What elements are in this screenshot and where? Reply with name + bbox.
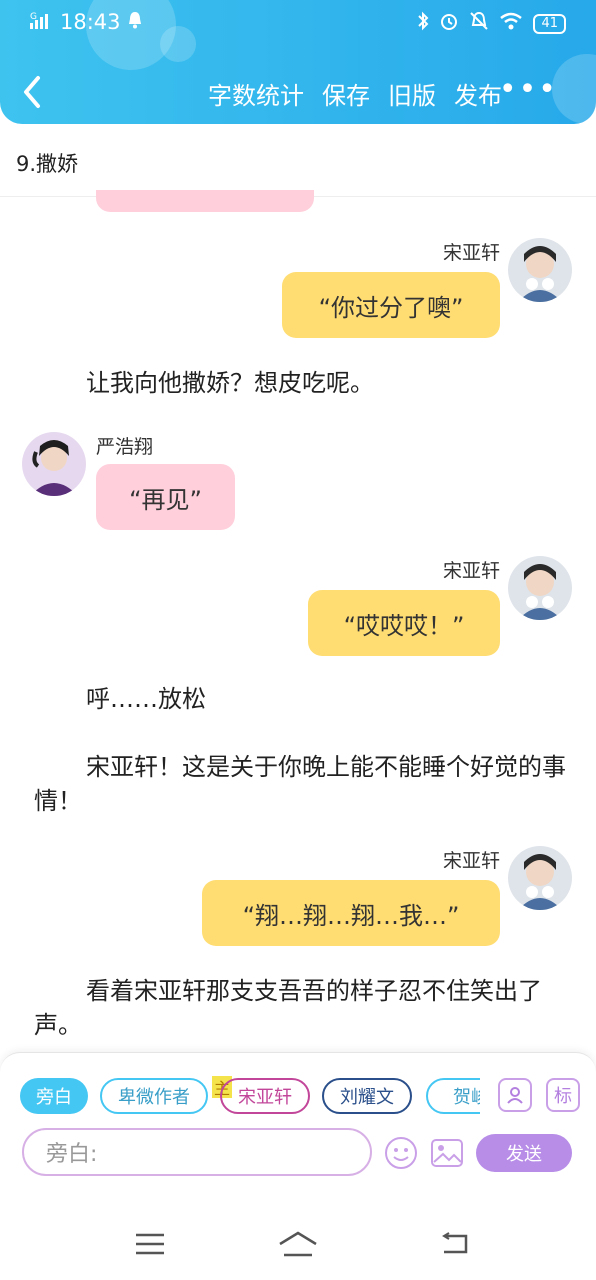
signal-icon: G <box>30 11 54 33</box>
home-icon[interactable] <box>278 1230 318 1262</box>
back-nav-icon[interactable] <box>440 1232 470 1260</box>
image-icon[interactable] <box>430 1136 464 1174</box>
narration-text[interactable]: 呼……放松 <box>34 682 566 716</box>
word-count-button[interactable]: 字数统计 <box>208 76 304 111</box>
speaker-name: 宋亚轩 <box>442 560 500 582</box>
old-version-button[interactable]: 旧版 <box>388 76 436 111</box>
send-button[interactable]: 发送 <box>476 1134 572 1172</box>
emoji-icon[interactable] <box>384 1136 418 1174</box>
avatar[interactable] <box>508 556 572 620</box>
chevron-left-icon <box>24 76 40 108</box>
speaker-name: 严浩翔 <box>96 436 154 458</box>
role-chip-narration[interactable]: 旁白 <box>20 1078 88 1114</box>
chat-bubble[interactable]: “翔…翔…翔…我…” <box>202 880 500 946</box>
role-chip-r2[interactable]: 刘耀文 <box>322 1078 412 1114</box>
role-chip-r3-clip: 贺峻 <box>424 1078 480 1114</box>
avatar[interactable] <box>508 846 572 910</box>
alarm-icon <box>439 11 459 36</box>
add-role-icon[interactable] <box>498 1078 532 1112</box>
save-button[interactable]: 保存 <box>322 76 370 111</box>
speaker-name: 宋亚轩 <box>442 242 500 264</box>
chat-bubble[interactable]: “再见” <box>96 464 235 530</box>
notification-icon <box>127 10 143 34</box>
back-button[interactable] <box>18 72 48 112</box>
more-menu-icon[interactable]: ••• <box>499 75 558 105</box>
avatar[interactable] <box>22 432 86 496</box>
chapter-title[interactable]: 9.撒娇 <box>16 148 78 178</box>
status-bar: G 18:43 41 <box>0 0 596 46</box>
avatar[interactable] <box>508 238 572 302</box>
editor-toolbar: 字数统计 保存 旧版 发布 ••• <box>0 62 596 122</box>
narration-text[interactable]: 看着宋亚轩那支支吾吾的样子忍不住笑出了声。 <box>34 974 566 1042</box>
system-nav-bar <box>0 1178 596 1280</box>
narration-text[interactable]: 让我向他撒娇？想皮吃呢。 <box>34 366 566 400</box>
mute-icon <box>469 11 489 36</box>
previous-bubble-partial <box>96 190 314 212</box>
bluetooth-icon <box>417 11 429 36</box>
tag-button[interactable]: 标 <box>546 1078 580 1112</box>
battery-icon: 41 <box>533 13 566 34</box>
menu-icon[interactable] <box>136 1232 164 1260</box>
role-chip-r1[interactable]: 宋亚轩 <box>220 1078 310 1114</box>
status-time: 18:43 <box>60 10 121 34</box>
wifi-icon <box>499 12 523 35</box>
role-chip-author[interactable]: 卑微作者 <box>100 1078 208 1114</box>
role-chip-r3[interactable]: 贺峻 <box>426 1078 480 1114</box>
app-header: G 18:43 41 字数统计 保存 旧版 发布 ••• <box>0 0 596 124</box>
speaker-name: 宋亚轩 <box>442 850 500 872</box>
chat-bubble[interactable]: “哎哎哎！” <box>308 590 500 656</box>
chat-bubble[interactable]: “你过分了噢” <box>282 272 500 338</box>
narration-input[interactable]: 旁白: <box>22 1128 372 1176</box>
narration-text[interactable]: 宋亚轩！这是关于你晚上能不能睡个好觉的事情！ <box>34 750 566 818</box>
svg-text:G: G <box>30 12 37 22</box>
publish-button[interactable]: 发布 <box>454 76 502 111</box>
